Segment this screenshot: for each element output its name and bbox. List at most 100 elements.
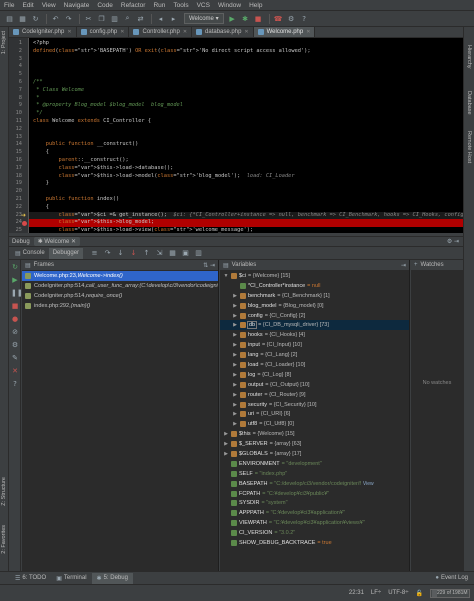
frame-row[interactable]: CodeIgniter.php:514, require_once(): [22, 291, 218, 301]
variable-row[interactable]: APPPATH = "C:¥develop¥ci3¥application¥": [220, 508, 409, 518]
view-breakpoints-icon[interactable]: ●: [11, 315, 19, 323]
caret-position[interactable]: 22:31: [349, 590, 364, 596]
favorites-tool-button[interactable]: 2: Favorites: [1, 525, 7, 554]
code-line[interactable]: defined(class="str">'BASEPATH') OR exit(…: [33, 48, 311, 56]
code-line[interactable]: * @property Blog_model $blog_model blog_…: [33, 102, 183, 110]
variable-row[interactable]: VIEWPATH = "C:¥develop¥ci3¥application¥vi…: [220, 518, 409, 528]
terminal-tool-button[interactable]: ▣ Terminal: [51, 573, 91, 584]
variable-row[interactable]: ▶ utf8 = {CI_Utf8} [0]: [220, 419, 409, 429]
code-line[interactable]: {: [33, 149, 49, 157]
variable-row[interactable]: ▶ $this = {Welcome} [15]: [220, 429, 409, 439]
back-icon[interactable]: ◂: [155, 13, 166, 24]
debug-tool-button[interactable]: ✱ 5: Debug: [91, 572, 133, 584]
expand-toggle-icon[interactable]: ▶: [232, 421, 238, 427]
expand-toggle-icon[interactable]: ▶: [223, 451, 229, 457]
code-line[interactable]: class="var">$this->load->database();: [33, 165, 174, 173]
hierarchy-tool-button[interactable]: Hierarchy: [466, 45, 472, 69]
menu-edit[interactable]: Edit: [18, 2, 37, 9]
lock-icon[interactable]: 🔓: [416, 590, 423, 597]
code-line[interactable]: class="var">$this->load->view(class="str…: [33, 227, 254, 233]
frames-options-icon[interactable]: ⇅ ⇥: [203, 262, 215, 269]
rerun-icon[interactable]: ↻: [11, 263, 19, 271]
expand-toggle-icon[interactable]: ▶: [232, 313, 238, 319]
variable-row[interactable]: ▶ output = {CI_Output} [10]: [220, 380, 409, 390]
code-editor[interactable]: 1 <?php 2 defined(class="str">'BASEPATH') O…: [9, 38, 463, 233]
settings-icon[interactable]: ⚙: [11, 341, 19, 349]
code-line[interactable]: class="var">$this->blog_model;: [33, 219, 155, 227]
expand-toggle-icon[interactable]: ▶: [232, 293, 238, 299]
variable-row[interactable]: ▶ db = {CI_DB_mysqli_driver} [73]: [220, 320, 409, 331]
evaluate-icon[interactable]: ▦: [167, 248, 178, 259]
expand-toggle-icon[interactable]: ▶: [232, 362, 238, 368]
step-out-icon[interactable]: ↑: [141, 248, 152, 259]
help-icon[interactable]: ?: [11, 380, 19, 388]
menu-code[interactable]: Code: [93, 2, 117, 9]
code-line[interactable]: class="var">$this->load->model(class="st…: [33, 173, 295, 181]
run-icon[interactable]: ▶: [227, 13, 238, 24]
code-line[interactable]: public function index(): [33, 196, 119, 204]
tab-welcome[interactable]: Welcome.php ✕: [253, 27, 316, 37]
close-icon[interactable]: ✕: [11, 367, 19, 375]
variable-row[interactable]: ▶ security = {CI_Security} [10]: [220, 400, 409, 410]
variable-row[interactable]: ▶ router = {CI_Router} [9]: [220, 390, 409, 400]
stop-icon[interactable]: ■: [11, 302, 19, 310]
variable-row[interactable]: BASEPATH = "C:/develop/ci3/vendor/codeign…: [220, 479, 409, 489]
code-line[interactable]: *: [33, 95, 39, 103]
code-line[interactable]: <?php: [33, 40, 49, 48]
pin-icon[interactable]: ✎: [11, 354, 19, 362]
gear-icon[interactable]: ⚙ ⇥: [447, 238, 459, 245]
run-config-select[interactable]: Welcome ▾: [184, 13, 224, 24]
resume-icon[interactable]: ▶: [11, 276, 19, 284]
variable-row[interactable]: SYSDIR = "system": [220, 498, 409, 508]
show-execution-point-icon[interactable]: ≡: [89, 248, 100, 259]
code-line[interactable]: class="var">$ci =& get_instance(); $ci: …: [33, 212, 463, 220]
forward-icon[interactable]: ▸: [168, 13, 179, 24]
expand-toggle-icon[interactable]: ▶: [232, 382, 238, 388]
help-icon[interactable]: ?: [299, 13, 310, 24]
undo-icon[interactable]: ↶: [50, 13, 61, 24]
frame-row[interactable]: CodeIgniter.php:514, call_user_func_arra…: [22, 281, 218, 291]
close-icon[interactable]: ✕: [244, 29, 248, 35]
breakpoint-icon[interactable]: [22, 220, 27, 226]
menu-vcs[interactable]: VCS: [193, 2, 214, 9]
variable-row[interactable]: ▶ log = {CI_Log} [8]: [220, 370, 409, 380]
expand-toggle-icon[interactable]: ▶: [223, 441, 229, 447]
debug-session-tab[interactable]: ✱ Welcome ✕: [33, 237, 80, 246]
variable-row[interactable]: ▶ load = {CI_Loader} [10]: [220, 360, 409, 370]
project-tool-button[interactable]: 1: Project: [1, 31, 7, 54]
variable-row[interactable]: *CI_Controller*instance = null: [220, 281, 409, 291]
tab-console[interactable]: ▤ Console: [11, 248, 49, 259]
code-line[interactable]: /**: [33, 79, 43, 87]
expand-toggle-icon[interactable]: ▶: [232, 342, 238, 348]
todo-tool-button[interactable]: ☰ 6: TODO: [10, 573, 51, 584]
variable-row[interactable]: SELF = "index.php": [220, 469, 409, 479]
variable-row[interactable]: ▶ hooks = {CI_Hooks} [4]: [220, 330, 409, 340]
tab-config[interactable]: config.php ✕: [77, 27, 130, 37]
add-watch-icon[interactable]: +: [414, 262, 418, 268]
variable-row[interactable]: SHOW_DEBUG_BACKTRACE = true: [220, 538, 409, 548]
expand-toggle-icon[interactable]: ▶: [232, 322, 238, 328]
variable-row[interactable]: ▶ benchmark = {CI_Benchmark} [1]: [220, 291, 409, 301]
code-line[interactable]: {: [33, 204, 49, 212]
variables-options-icon[interactable]: ⇥: [401, 262, 406, 269]
tab-database[interactable]: database.php ✕: [192, 27, 254, 37]
variable-row[interactable]: ▶ blog_model = {Blog_model} [0]: [220, 301, 409, 311]
expand-toggle-icon[interactable]: ▶: [232, 392, 238, 398]
view-value-link[interactable]: View: [363, 481, 374, 487]
event-log-button[interactable]: ● Event Log: [435, 575, 468, 581]
variable-row[interactable]: CI_VERSION = "3.0.2": [220, 528, 409, 538]
variable-row[interactable]: ▶ lang = {CI_Lang} [2]: [220, 350, 409, 360]
database-tool-button[interactable]: Database: [466, 91, 472, 115]
expand-toggle-icon[interactable]: ▶: [223, 431, 229, 437]
restore-layout-icon[interactable]: ▣: [180, 248, 191, 259]
close-icon[interactable]: ✕: [120, 29, 124, 35]
frame-row[interactable]: Welcome.php:23, Welcome->index(): [22, 271, 218, 281]
variable-row[interactable]: ▶ $GLOBALS = {array} [17]: [220, 449, 409, 459]
tab-codeigniter[interactable]: CodeIgniter.php ✕: [9, 27, 77, 37]
save-icon[interactable]: ▦: [17, 13, 28, 24]
menu-help[interactable]: Help: [245, 2, 266, 9]
variable-row[interactable]: ▶ uri = {CI_URI} [6]: [220, 409, 409, 419]
variable-row[interactable]: ▶ $_SERVER = {array} [63]: [220, 439, 409, 449]
tab-controller[interactable]: Controller.php ✕: [129, 27, 193, 37]
expand-toggle-icon[interactable]: ▶: [232, 372, 238, 378]
